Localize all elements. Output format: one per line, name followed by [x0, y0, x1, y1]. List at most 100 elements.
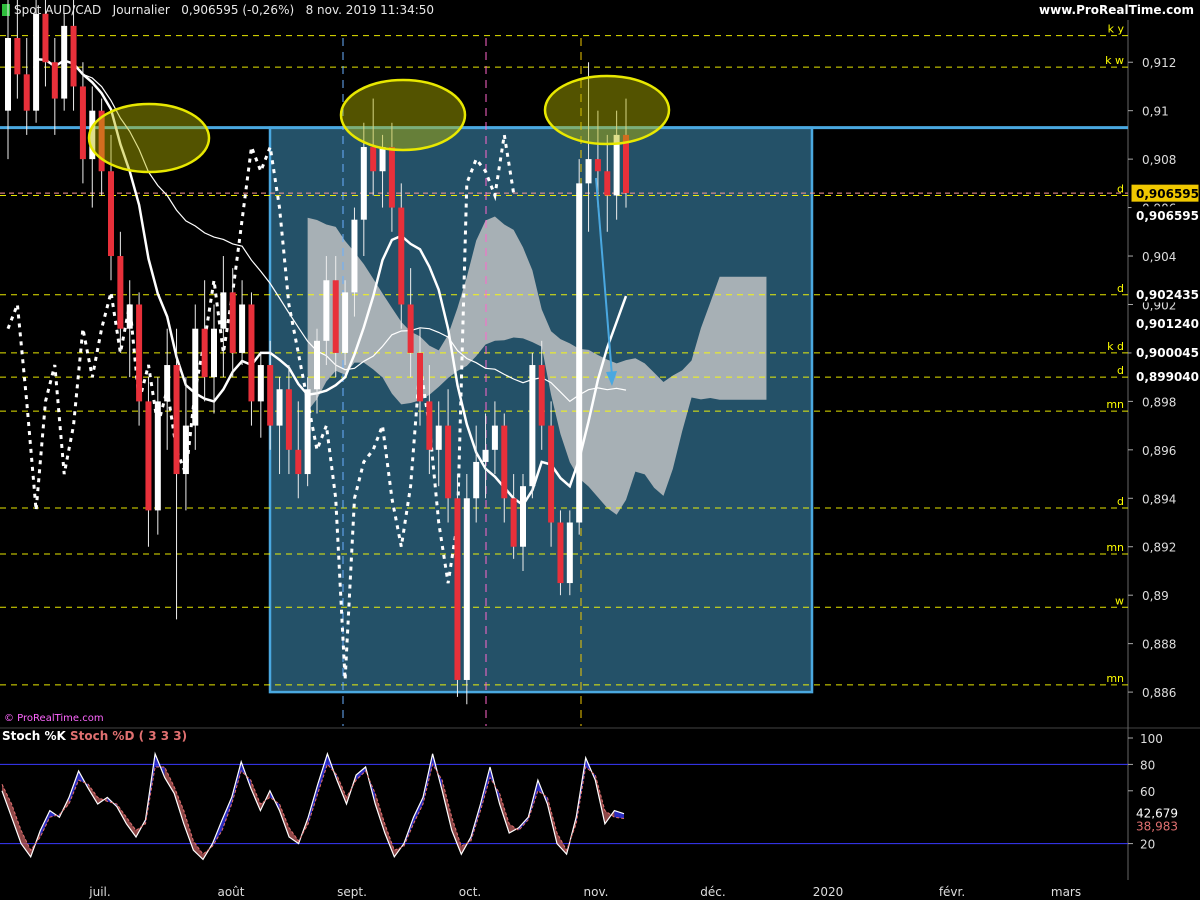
y-tick-label: 0,89: [1142, 589, 1169, 603]
candle: [314, 328, 320, 414]
y-tick-label: 0,9: [1142, 347, 1161, 361]
price-label: 0,906595: [1136, 187, 1199, 201]
price-label-bg: [1131, 314, 1199, 332]
price-label: 0,900045: [1136, 346, 1199, 360]
site-link[interactable]: www.ProRealTime.com: [1039, 3, 1194, 17]
stoch-fill: [317, 753, 328, 794]
candle: [136, 292, 143, 426]
candle: [211, 304, 217, 414]
stoch-fill: [537, 780, 548, 804]
stoch-fill: [107, 797, 117, 807]
stoch-fill: [336, 774, 347, 804]
chart-grid: [0, 20, 1200, 880]
y-tick-label: 0,898: [1142, 395, 1176, 409]
candle-body: [267, 365, 274, 426]
price-label: 0,901240: [1136, 317, 1199, 331]
kijun-line: [82, 73, 627, 403]
quote-label: 0,906595 (-0,26%): [181, 3, 295, 17]
y-tick-label: 0,888: [1142, 638, 1176, 652]
candle-body: [117, 256, 124, 329]
cloud-area: [307, 216, 767, 515]
candle-body: [370, 147, 377, 172]
level-tag: w: [1115, 594, 1124, 607]
candle: [126, 280, 133, 378]
candle-body: [276, 389, 283, 426]
candle-body: [510, 498, 517, 547]
y-tick-label: 0,912: [1142, 56, 1176, 70]
candle-body: [585, 159, 592, 184]
candle: [548, 401, 555, 547]
candle-body: [314, 340, 320, 390]
candle-body: [248, 304, 255, 402]
candle-body: [154, 401, 161, 511]
x-tick-label: août: [217, 885, 244, 899]
candle-body: [285, 389, 292, 450]
candle: [538, 340, 545, 450]
level-tag: mn: [1106, 398, 1124, 411]
candle: [201, 280, 208, 402]
legend-item-vline-52[interactable]: Ligne verticale ( 52): [278, 33, 403, 49]
stoch-d-label[interactable]: Stoch %D ( 3 3 3): [70, 729, 187, 743]
candle-body: [351, 219, 358, 293]
stoch-fill: [88, 784, 98, 804]
stoch-fill: [346, 774, 357, 804]
stoch-fill: [21, 830, 31, 857]
stoch-fill: [413, 797, 424, 824]
price-label-bg: [1131, 343, 1199, 361]
candle: [473, 425, 480, 523]
stoch-fill: [365, 767, 376, 804]
candle: [529, 352, 536, 499]
legend-item-prix[interactable]: Prix: [10, 33, 36, 49]
price-chart: k y k w d d k d d mn d mn w mn 0,912 0,91 0,908 0,906…: [0, 0, 1200, 900]
stoch-fill: [11, 804, 22, 844]
candle: [482, 413, 489, 499]
candle: [117, 231, 124, 353]
candle: [51, 38, 58, 135]
y-tick-label: 0,894: [1142, 492, 1176, 506]
candle: [351, 207, 358, 317]
stoch-fill: [155, 753, 165, 778]
candle-body: [211, 328, 217, 378]
legend-item-vline-9[interactable]: Ligne verticale ( 9): [36, 33, 153, 49]
stoch-fill: [595, 774, 605, 824]
stoch-fill: [547, 797, 558, 844]
datetime-label: 8 nov. 2019 11:34:50: [305, 3, 435, 17]
candle: [557, 510, 564, 596]
candle: [379, 134, 386, 208]
stoch-panel-bg: [0, 730, 1128, 880]
highlight-ellipse: [339, 78, 467, 152]
candle: [108, 134, 114, 281]
candle-body: [98, 110, 105, 172]
period-label: Journalier: [112, 3, 170, 17]
candle-body: [548, 425, 555, 523]
stoch-fill: [241, 761, 251, 789]
candle: [323, 256, 330, 366]
candle: [388, 122, 395, 232]
candle-body: [164, 365, 171, 402]
stoch-fill: [193, 840, 203, 860]
level-tag: k d: [1107, 340, 1124, 353]
price-panel-bg: [0, 20, 1128, 726]
candle: [435, 401, 442, 487]
price-label-bg: [1131, 285, 1199, 303]
candle-body: [136, 304, 143, 402]
stoch-fill: [260, 790, 270, 811]
stoch-fill: [442, 780, 452, 831]
level-tag: mn: [1106, 541, 1124, 554]
candle-body: [473, 461, 480, 499]
stoch-k-label[interactable]: Stoch %K: [2, 729, 66, 743]
symbol-label: Spot AUD/CAD: [14, 3, 102, 17]
candle: [566, 510, 573, 596]
candle-body: [491, 425, 498, 450]
candle-body: [538, 365, 545, 426]
level-tag: k y: [1108, 23, 1125, 36]
candle: [370, 98, 377, 196]
candle-body: [220, 292, 227, 329]
candle: [426, 365, 433, 475]
legend-item-vline-26[interactable]: Ligne verticale ( 26): [153, 33, 278, 49]
stoch-fill: [183, 810, 194, 851]
stoch-tick-label: 20: [1140, 838, 1155, 852]
stoch-fill: [384, 823, 395, 857]
stoch-fill: [97, 797, 108, 804]
price-legend: Prix Ligne verticale ( 9) Ligne verticale …: [2, 20, 403, 48]
